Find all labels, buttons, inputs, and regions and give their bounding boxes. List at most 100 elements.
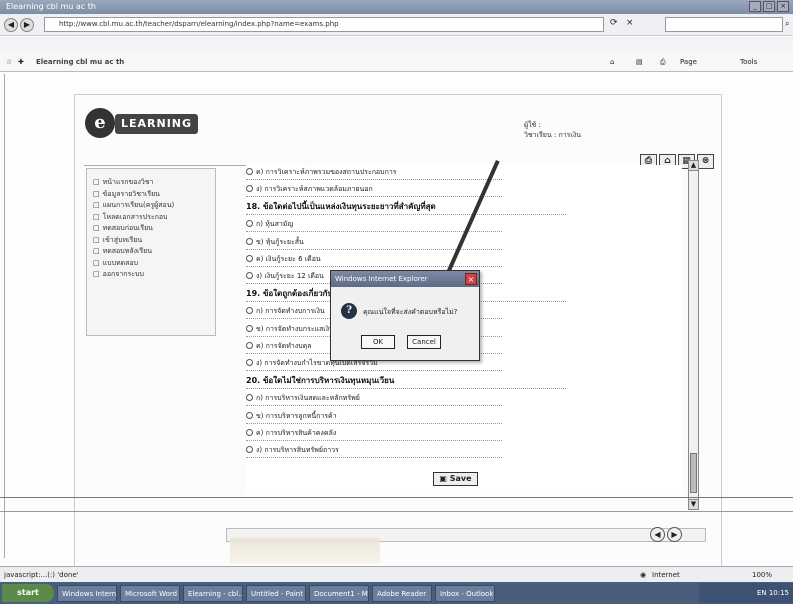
line-text: 19. ข้อใดถูกต้องเกี่ยวกับ xyxy=(246,288,333,298)
add-favorites-icon[interactable]: ✚ xyxy=(18,52,24,72)
save-button[interactable]: ▣ Save xyxy=(433,472,478,486)
line-text: ง) การบริหารสินทรัพย์ถาวร xyxy=(256,446,339,455)
site-logo: e LEARNING xyxy=(85,104,220,144)
cancel-button[interactable]: Cancel xyxy=(407,335,441,349)
radio-button[interactable] xyxy=(246,168,253,175)
zoom-level[interactable]: 100% xyxy=(752,567,772,583)
favorites-row: ☆ ✚ Elearning cbl mu ac th ⌂ ▤ ⎙ Page To… xyxy=(0,52,793,72)
home-icon[interactable]: ⌂ xyxy=(610,52,614,72)
answer-option[interactable]: ง) การวิเคราะห์สภาพแวดล้อมภายนอก xyxy=(246,182,502,198)
radio-button[interactable] xyxy=(246,446,253,454)
radio-button[interactable] xyxy=(246,359,253,367)
prev-page-button[interactable]: ◀ xyxy=(650,527,665,542)
logo-word: LEARNING xyxy=(115,114,199,134)
radio-button[interactable] xyxy=(246,255,253,262)
sidebar-item[interactable]: เข้าสู่บทเรียน xyxy=(93,235,215,247)
forward-button[interactable]: ▶ xyxy=(20,18,34,32)
tools-menu[interactable]: Tools xyxy=(740,52,757,72)
radio-button[interactable] xyxy=(246,342,253,349)
line-text: ค) การจัดทำงบดุล xyxy=(256,342,312,350)
dialog-message: คุณแน่ใจที่จะส่งคำตอบหรือไม่? xyxy=(363,308,458,316)
search-input[interactable] xyxy=(665,17,783,32)
screen-line xyxy=(0,511,793,512)
status-zone: Internet xyxy=(652,571,680,579)
sidebar-item[interactable]: ทดสอบก่อนเรียน xyxy=(93,223,215,235)
close-icon[interactable]: ⊗ xyxy=(697,154,714,169)
taskbar-item[interactable]: Microsoft Word xyxy=(120,584,180,602)
status-text: javascript:...(:) 'done' xyxy=(4,571,79,579)
radio-button[interactable] xyxy=(246,237,253,245)
url-field[interactable]: http://www.cbl.mu.ac.th/teacher/dsparn/e… xyxy=(44,17,604,32)
question-text: 20. ข้อใดไม่ใช่การบริหารเงินทุนหมุนเวียน xyxy=(246,374,566,389)
sidebar-item[interactable]: ออกจากระบบ xyxy=(93,269,215,281)
page-nav: ◀ ▶ xyxy=(650,527,682,542)
close-window-button[interactable]: × xyxy=(777,1,789,12)
sidebar-item[interactable]: หน้าแรกของวิชา xyxy=(93,177,215,189)
address-bar-row: ◀ ▶ http://www.cbl.mu.ac.th/teacher/dspa… xyxy=(0,14,793,36)
taskbar-item[interactable]: Adobe Reader xyxy=(372,584,432,602)
answer-option[interactable]: ค) การบริหารสินค้าคงคลัง xyxy=(246,426,502,441)
screen-line xyxy=(0,497,793,498)
maximize-button[interactable]: □ xyxy=(763,1,775,12)
answer-option[interactable]: ค) การวิเคราะห์ภาพรวมของสถานประกอบการ xyxy=(246,165,502,180)
line-text: ค) การบริหารสินค้าคงคลัง xyxy=(256,429,337,437)
scroll-thumb[interactable] xyxy=(690,453,697,493)
back-button[interactable]: ◀ xyxy=(4,18,18,32)
line-text: ก) การบริหารเงินสดและหลักทรัพย์ xyxy=(256,394,360,403)
line-text: ข) การบริหารลูกหนี้การค้า xyxy=(256,411,337,420)
radio-button[interactable] xyxy=(246,220,253,228)
answer-option[interactable]: ก) การบริหารเงินสดและหลักทรัพย์ xyxy=(246,391,502,407)
radio-button[interactable] xyxy=(246,429,253,436)
answer-option[interactable]: ง) การบริหารสินทรัพย์ถาวร xyxy=(246,443,502,459)
tab-label[interactable]: Elearning cbl mu ac th xyxy=(36,52,124,72)
minimize-button[interactable]: _ xyxy=(749,1,761,12)
line-text: 18. ข้อใดต่อไปนี้เป็นแหล่งเงินทุนระยะยาว… xyxy=(246,201,436,211)
status-bar: javascript:...(:) 'done' ◉ Internet 100% xyxy=(0,566,793,582)
line-text: ข) หุ้นกู้ระยะสั้น xyxy=(256,237,304,246)
line-text: ก) การจัดทำงบการเงิน xyxy=(256,307,325,316)
search-icon[interactable]: ⌕ xyxy=(785,19,789,29)
answer-option[interactable]: ข) การบริหารลูกหนี้การค้า xyxy=(246,409,502,424)
scroll-up-icon[interactable]: ▲ xyxy=(689,161,698,171)
print-icon[interactable]: ⎙ xyxy=(660,52,666,72)
radio-button[interactable] xyxy=(246,411,253,419)
taskbar-item[interactable]: Windows Intern... xyxy=(57,584,117,602)
start-button[interactable]: start xyxy=(2,584,54,602)
next-page-button[interactable]: ▶ xyxy=(667,527,682,542)
taskbar-item[interactable]: Document1 - M... xyxy=(309,584,369,602)
browser-titlebar: Elearning cbl mu ac th _ □ × xyxy=(0,0,793,14)
dialog-close-icon[interactable]: × xyxy=(465,273,477,285)
course-label: วิชาเรียน : การเงิน xyxy=(524,131,581,139)
radio-button[interactable] xyxy=(246,307,253,315)
logo-circle: e xyxy=(85,108,115,138)
radio-button[interactable] xyxy=(246,324,253,332)
stop-icon[interactable]: × xyxy=(626,18,634,28)
radio-button[interactable] xyxy=(246,185,253,193)
sidebar-item[interactable]: โหลดเอกสารประกอบ xyxy=(93,212,215,224)
ok-button[interactable]: OK xyxy=(361,335,395,349)
sidebar-item[interactable]: แผนการเรียน(ครูผู้สอน) xyxy=(93,200,215,212)
sidebar-item[interactable]: ข้อมูลรายวิชาเรียน xyxy=(93,189,215,201)
save-icon: ▣ xyxy=(439,474,447,483)
taskbar-item[interactable]: Untitled - Paint xyxy=(246,584,306,602)
taskbar: start Windows Intern... Microsoft Word Ele… xyxy=(0,582,793,604)
line-text: ง) เงินกู้ระยะ 12 เดือน xyxy=(256,272,324,281)
radio-button[interactable] xyxy=(246,272,253,280)
taskbar-item[interactable]: Inbox - Outlook xyxy=(435,584,495,602)
feeds-icon[interactable]: ▤ xyxy=(636,52,643,72)
radio-button[interactable] xyxy=(246,394,253,402)
answer-option[interactable]: ค) เงินกู้ระยะ 6 เดือน xyxy=(246,252,502,267)
taskbar-item[interactable]: Elearning - cbl... xyxy=(183,584,243,602)
url-text: http://www.cbl.mu.ac.th/teacher/dsparn/e… xyxy=(59,20,339,28)
sidebar-item[interactable]: แบบทดสอบ xyxy=(93,258,215,270)
vertical-scrollbar[interactable]: ▲ ▼ xyxy=(688,160,699,510)
page-menu[interactable]: Page xyxy=(680,52,697,72)
line-text: ง) การวิเคราะห์สภาพแวดล้อมภายนอก xyxy=(256,185,373,194)
sidebar-item[interactable]: ทดสอบหลังเรียน xyxy=(93,246,215,258)
refresh-icon[interactable]: ⟳ xyxy=(610,18,618,28)
dialog-title: Windows Internet Explorer xyxy=(331,271,479,287)
course-sidebar: หน้าแรกของวิชาข้อมูลรายวิชาเรียนแผนการเร… xyxy=(86,168,216,336)
favorites-star-icon[interactable]: ☆ xyxy=(6,52,12,72)
scroll-down-icon[interactable]: ▼ xyxy=(689,499,698,509)
line-text: ค) การวิเคราะห์ภาพรวมของสถานประกอบการ xyxy=(256,168,397,176)
